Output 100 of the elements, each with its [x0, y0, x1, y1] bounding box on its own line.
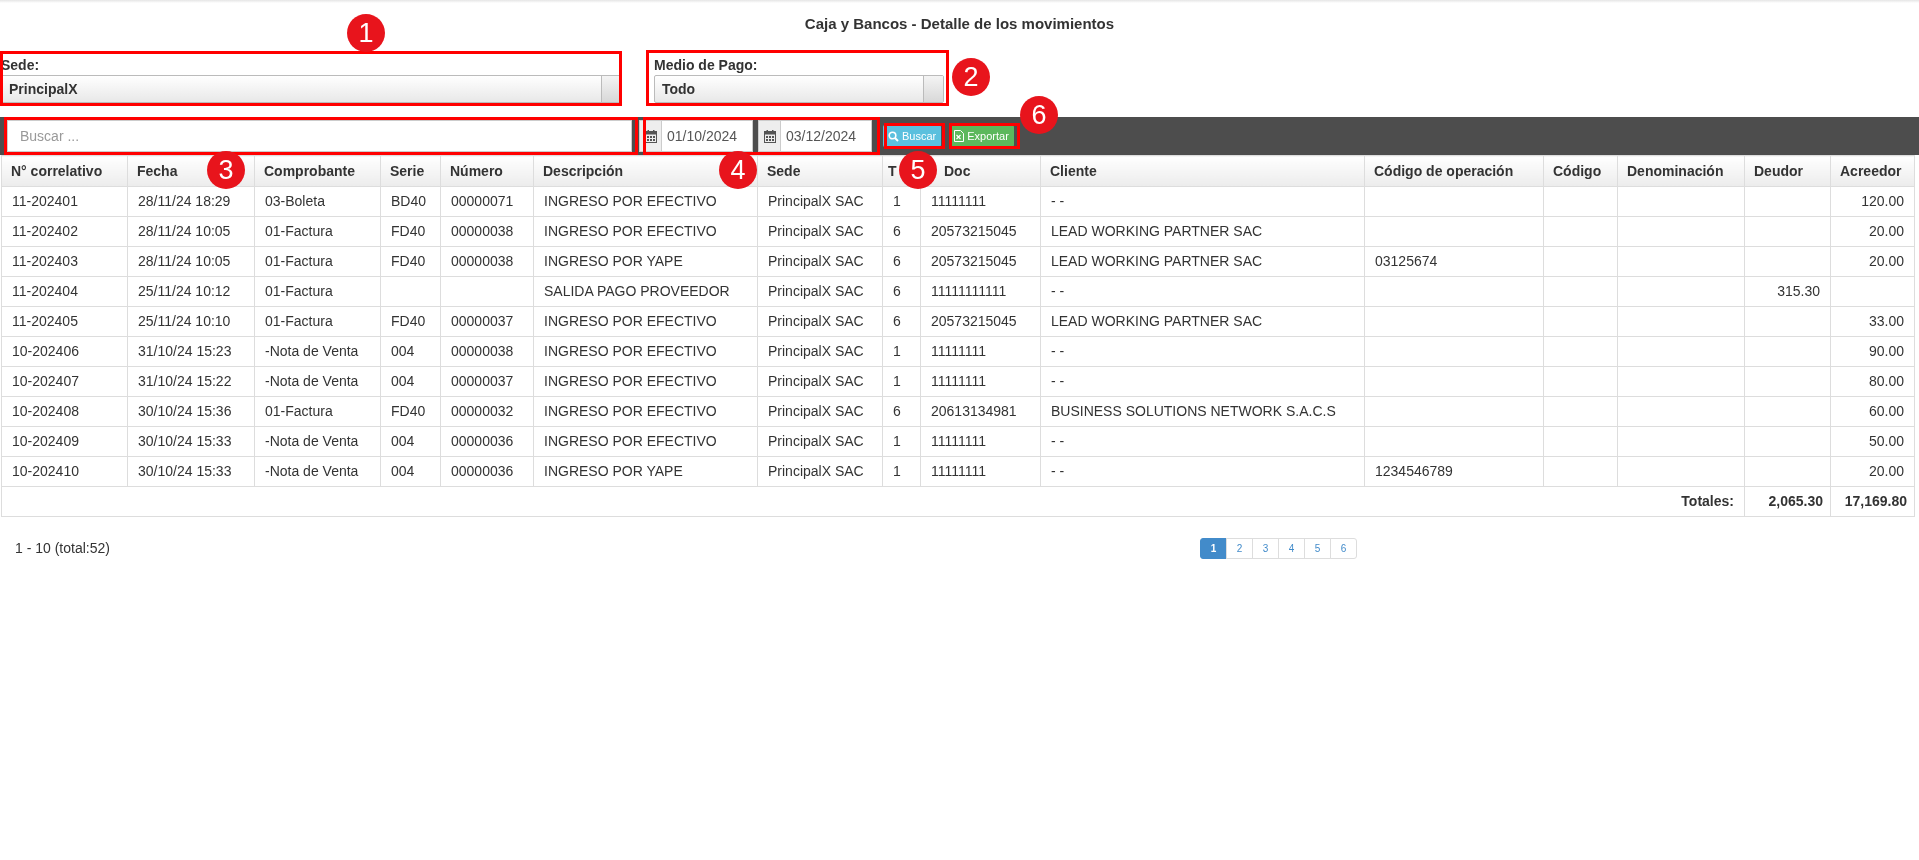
- table-cell: 01-Factura: [254, 396, 381, 427]
- table-cell: PrincipalX SAC: [757, 276, 883, 307]
- table-cell: 11-202402: [1, 216, 128, 247]
- calendar-icon: [763, 129, 776, 143]
- table-cell: 31/10/24 15:23: [127, 336, 255, 367]
- table-cell: 03125674: [1364, 246, 1544, 277]
- table-cell: 03-Boleta: [254, 186, 381, 217]
- table-cell: 28/11/24 10:05: [127, 216, 255, 247]
- table-cell: 00000038: [440, 216, 534, 247]
- table-cell: INGRESO POR EFECTIVO: [533, 336, 758, 367]
- table-cell: 004: [380, 366, 441, 397]
- table-cell: - -: [1040, 456, 1365, 487]
- table-cell: PrincipalX SAC: [757, 366, 883, 397]
- table-cell: 10-202408: [1, 396, 128, 427]
- column-header: Código de operación: [1364, 155, 1544, 187]
- table-cell: 11111111: [920, 366, 1041, 397]
- table-cell: 10-202406: [1, 336, 128, 367]
- select-field[interactable]: Todo: [654, 75, 944, 103]
- table-cell: 00000032: [440, 396, 534, 427]
- table-cell: LEAD WORKING PARTNER SAC: [1040, 216, 1365, 247]
- table-cell: 10-202407: [1, 366, 128, 397]
- table-cell: 30/10/24 15:33: [127, 456, 255, 487]
- page-button[interactable]: 1: [1200, 537, 1227, 559]
- table-cell: 80.00: [1830, 366, 1915, 397]
- table-cell: 00000038: [440, 336, 534, 367]
- select-field[interactable]: PrincipalX: [1, 75, 622, 103]
- page-button[interactable]: 5: [1304, 537, 1331, 559]
- table-cell: LEAD WORKING PARTNER SAC: [1040, 246, 1365, 277]
- table-cell: PrincipalX SAC: [757, 426, 883, 457]
- column-header: Comprobante: [254, 155, 381, 187]
- table-cell: 1: [882, 426, 921, 457]
- table-cell: 6: [882, 246, 921, 277]
- page-button[interactable]: 2: [1226, 537, 1253, 559]
- table-cell: 11111111: [920, 426, 1041, 457]
- table-cell: - -: [1040, 336, 1365, 367]
- page-button[interactable]: 4: [1278, 537, 1305, 559]
- table-cell: 6: [882, 276, 921, 307]
- table-cell: 11111111: [920, 336, 1041, 367]
- table-cell: -Nota de Venta: [254, 426, 381, 457]
- table-cell: 00000036: [440, 456, 534, 487]
- column-header: Código: [1543, 155, 1618, 187]
- table-cell: PrincipalX SAC: [757, 306, 883, 337]
- table-cell: FD40: [380, 216, 441, 247]
- table-cell: 30/10/24 15:36: [127, 396, 255, 427]
- table-cell: PrincipalX SAC: [757, 186, 883, 217]
- table-cell: 50.00: [1830, 426, 1915, 457]
- table-cell: 01-Factura: [254, 246, 381, 277]
- table-cell: -Nota de Venta: [254, 366, 381, 397]
- table-cell: -Nota de Venta: [254, 336, 381, 367]
- field-label: Sede:: [1, 56, 40, 75]
- table-cell: 00000036: [440, 426, 534, 457]
- column-header: Deudor: [1744, 155, 1831, 187]
- table-cell: 004: [380, 456, 441, 487]
- table-cell: PrincipalX SAC: [757, 216, 883, 247]
- total-cell: 17,169.80: [1830, 486, 1915, 517]
- table-cell: 004: [380, 426, 441, 457]
- record-count: 1 - 10 (total:52): [15, 538, 111, 558]
- table-cell: INGRESO POR EFECTIVO: [533, 366, 758, 397]
- field-label: Medio de Pago:: [654, 56, 758, 75]
- table-cell: FD40: [380, 396, 441, 427]
- column-header: Sede: [757, 155, 883, 187]
- page-button[interactable]: 3: [1252, 537, 1279, 559]
- table-cell: BUSINESS SOLUTIONS NETWORK S.A.C.S: [1040, 396, 1365, 427]
- highlight-frame: [949, 123, 1020, 149]
- table-cell: - -: [1040, 366, 1365, 397]
- column-header: Denominación: [1617, 155, 1745, 187]
- table-cell: 11-202405: [1, 306, 128, 337]
- table-cell: 00000037: [440, 366, 534, 397]
- page-button[interactable]: 6: [1330, 537, 1357, 559]
- table-cell: 1: [882, 456, 921, 487]
- table-cell: 11111111: [920, 456, 1041, 487]
- dropdown-button[interactable]: [601, 76, 621, 102]
- column-header: Cliente: [1040, 155, 1365, 187]
- table-cell: 1: [882, 336, 921, 367]
- table-cell: 90.00: [1830, 336, 1915, 367]
- table-cell: 10-202409: [1, 426, 128, 457]
- column-header: Número: [440, 155, 534, 187]
- table-cell: 11-202403: [1, 246, 128, 277]
- table-cell: INGRESO POR YAPE: [533, 456, 758, 487]
- table-cell: 1: [882, 366, 921, 397]
- table-cell: 01-Factura: [254, 216, 381, 247]
- table-cell: - -: [1040, 276, 1365, 307]
- table-cell: 00000071: [440, 186, 534, 217]
- table-cell: 33.00: [1830, 306, 1915, 337]
- spreadsheet-icon: [954, 130, 965, 142]
- table-cell: 00000038: [440, 246, 534, 277]
- table-cell: 30/10/24 15:33: [127, 426, 255, 457]
- search-field[interactable]: Buscar ...: [7, 120, 632, 152]
- highlight-frame: [884, 123, 945, 149]
- table-cell: 20.00: [1830, 246, 1915, 277]
- table-cell: 28/11/24 10:05: [127, 246, 255, 277]
- table-cell: BD40: [380, 186, 441, 217]
- table-cell: 20.00: [1830, 456, 1915, 487]
- total-cell: 2,065.30: [1744, 486, 1831, 517]
- table-cell: 20573215045: [920, 216, 1041, 247]
- table-cell: 20573215045: [920, 246, 1041, 277]
- step-number-marker: 2: [952, 58, 990, 96]
- table-cell: INGRESO POR YAPE: [533, 246, 758, 277]
- table-cell: PrincipalX SAC: [757, 336, 883, 367]
- table-cell: -Nota de Venta: [254, 456, 381, 487]
